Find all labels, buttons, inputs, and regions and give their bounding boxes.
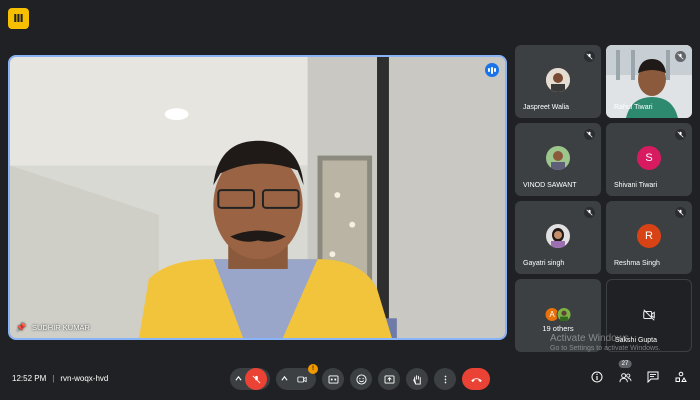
main-speaker-tile[interactable]: 📌 SUDHIR KUMAR	[8, 55, 507, 340]
watermark-line-2: Go to Settings to activate Windows.	[550, 345, 661, 352]
participant-name: Gayatri singh	[523, 260, 565, 267]
activities-button[interactable]	[674, 370, 688, 384]
meeting-details-button[interactable]	[590, 370, 604, 384]
participant-avatar	[546, 68, 570, 92]
leave-call-button[interactable]	[462, 368, 490, 390]
mic-off-button[interactable]	[245, 368, 267, 390]
participant-name: Rahul Tiwari	[614, 104, 653, 111]
camera-off-icon	[643, 309, 655, 321]
side-panel-controls: 27	[590, 360, 688, 384]
raise-hand-button[interactable]	[406, 368, 428, 390]
info-icon	[591, 371, 603, 383]
captions-icon	[328, 374, 338, 384]
participant-tile[interactable]: VINOD SAWANT	[515, 123, 601, 196]
warning-badge: !	[308, 364, 318, 374]
clock-time: 12:52 PM	[12, 374, 47, 383]
main-speaker-label: 📌 SUDHIR KUMAR	[16, 323, 90, 332]
participant-tile[interactable]: S Shivani Tiwari	[606, 123, 692, 196]
others-avatars: A	[544, 307, 572, 322]
hand-icon	[412, 374, 421, 385]
activities-icon	[675, 371, 687, 382]
chevron-up-icon[interactable]	[235, 374, 242, 384]
others-photo-avatar	[556, 307, 572, 322]
mic-off-icon	[584, 51, 595, 62]
participant-tile[interactable]: R Reshma Singh	[606, 201, 692, 274]
people-icon	[619, 372, 631, 382]
reactions-button[interactable]	[350, 368, 372, 390]
more-vert-icon	[444, 375, 446, 383]
present-icon	[384, 374, 394, 384]
participant-tile[interactable]: Jaspreet Walia	[515, 45, 601, 118]
mic-off-icon	[584, 207, 595, 218]
meeting-info: 12:52 PM | rvn-woqx-hvd	[12, 374, 108, 383]
call-controls: !	[230, 364, 490, 390]
windows-activation-watermark: Activate Windows Go to Settings to activ…	[550, 333, 661, 352]
participant-tile[interactable]: Gayatri singh	[515, 201, 601, 274]
people-button[interactable]: 27	[618, 360, 632, 384]
captions-button[interactable]	[322, 368, 344, 390]
mic-off-icon	[675, 207, 686, 218]
mic-off-icon	[675, 129, 686, 140]
people-count-badge: 27	[618, 360, 632, 368]
meeting-code: rvn-woqx-hvd	[60, 374, 109, 383]
others-count-label: 19 others	[542, 324, 574, 333]
microphone-control[interactable]	[230, 368, 270, 390]
present-screen-button[interactable]	[378, 368, 400, 390]
phone-hangup-icon	[470, 377, 482, 382]
pin-icon[interactable]: 📌	[16, 323, 26, 332]
mic-off-icon	[584, 129, 595, 140]
chat-button[interactable]	[646, 370, 660, 384]
watermark-line-1: Activate Windows	[550, 333, 629, 344]
speaker-video	[10, 57, 505, 338]
participant-avatar	[546, 146, 570, 170]
participant-tile[interactable]: Rahul Tiwari	[606, 45, 692, 118]
emoji-icon	[355, 373, 367, 385]
participant-name: VINOD SAWANT	[523, 182, 577, 189]
participant-avatar	[546, 224, 570, 248]
speaking-indicator-icon	[485, 63, 499, 77]
participant-name: Shivani Tiwari	[614, 182, 658, 189]
mic-off-icon	[675, 51, 686, 62]
app-logo: Ⅲ	[8, 8, 29, 29]
chat-icon	[647, 371, 659, 383]
chevron-up-icon[interactable]	[281, 374, 288, 384]
camera-control[interactable]: !	[276, 364, 318, 390]
participant-name: Reshma Singh	[614, 260, 660, 267]
main-speaker-name: SUDHIR KUMAR	[31, 323, 90, 332]
participant-initial-avatar: R	[637, 224, 661, 248]
more-options-button[interactable]	[434, 368, 456, 390]
participant-name: Jaspreet Walia	[523, 104, 570, 111]
separator: |	[52, 374, 55, 383]
participant-initial-avatar: S	[637, 146, 661, 170]
